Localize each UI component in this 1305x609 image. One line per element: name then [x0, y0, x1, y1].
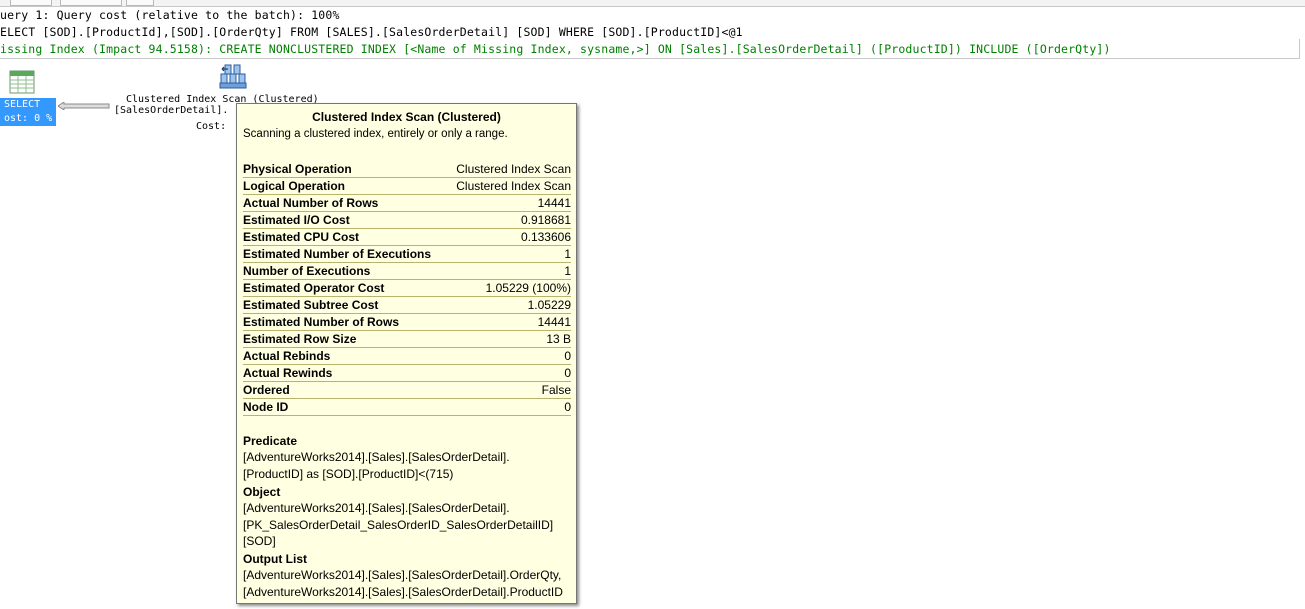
- scan-node-object: [SalesOrderDetail].: [114, 105, 229, 116]
- property-key: Estimated I/O Cost: [243, 213, 350, 227]
- property-row: Estimated CPU Cost 0.133606: [243, 229, 571, 246]
- property-value: 0.133606: [520, 230, 571, 244]
- property-value: Clustered Index Scan: [456, 179, 571, 193]
- property-value: Clustered Index Scan: [456, 162, 571, 176]
- header-border-bottom: [0, 58, 1300, 59]
- property-row: Node ID 0: [243, 399, 571, 416]
- property-key: Estimated Number of Rows: [243, 315, 400, 329]
- property-value: 1: [564, 247, 571, 261]
- property-key: Ordered: [243, 383, 290, 397]
- object-line: [AdventureWorks2014].[Sales].[SalesOrder…: [243, 501, 510, 515]
- output-list-heading: Output List: [243, 552, 307, 566]
- query-sql-line: ELECT [SOD].[ProductId],[SOD].[OrderQty]…: [0, 25, 743, 39]
- property-row: Estimated Number of Rows 14441: [243, 314, 571, 331]
- select-result-icon[interactable]: [9, 70, 35, 94]
- property-key: Estimated CPU Cost: [243, 230, 360, 244]
- property-value: False: [541, 383, 571, 397]
- operator-tooltip: Clustered Index Scan (Clustered) Scannin…: [236, 103, 577, 604]
- property-row: Logical Operation Clustered Index Scan: [243, 178, 571, 195]
- object-heading: Object: [243, 485, 281, 499]
- property-row: Estimated Subtree Cost 1.05229: [243, 297, 571, 314]
- property-row: Actual Rebinds 0: [243, 348, 571, 365]
- predicate-line: [AdventureWorks2014].[Sales].[SalesOrder…: [243, 450, 510, 464]
- property-row: Actual Number of Rows 14441: [243, 195, 571, 212]
- property-value: 0: [564, 366, 571, 380]
- output-list-line: [AdventureWorks2014].[Sales].[SalesOrder…: [243, 584, 563, 599]
- property-row: Estimated Operator Cost 1.05229 (100%): [243, 280, 571, 297]
- property-key: Logical Operation: [243, 179, 346, 193]
- object-line: [PK_SalesOrderDetail_SalesOrderID_SalesO…: [243, 517, 554, 532]
- object-section: Object [AdventureWorks2014].[Sales].[Sal…: [243, 484, 573, 550]
- predicate-heading: Predicate: [243, 434, 298, 448]
- property-value: 14441: [537, 315, 571, 329]
- property-key: Estimated Subtree Cost: [243, 298, 379, 312]
- header-border-right: [1299, 39, 1300, 58]
- property-key: Estimated Operator Cost: [243, 281, 385, 295]
- property-row: Ordered False: [243, 382, 571, 399]
- data-flow-arrow-icon: [57, 95, 110, 111]
- property-value: 1.05229 (100%): [485, 281, 571, 295]
- clustered-index-scan-icon[interactable]: [219, 63, 247, 89]
- property-row: Estimated Row Size 13 B: [243, 331, 571, 348]
- property-row: Actual Rewinds 0: [243, 365, 571, 382]
- predicate-line: [ProductID] as [SOD].[ProductID]<(715): [243, 466, 454, 481]
- property-key: Estimated Number of Executions: [243, 247, 432, 261]
- property-value: 13 B: [546, 332, 571, 346]
- select-node-label[interactable]: SELECT ost: 0 %: [0, 98, 56, 126]
- object-line: [SOD]: [243, 534, 276, 548]
- property-value: 1.05229: [527, 298, 571, 312]
- query-cost-line: uery 1: Query cost (relative to the batc…: [0, 8, 340, 22]
- property-value: 0: [564, 400, 571, 414]
- tab-strip-divider: [0, 6, 1305, 7]
- tooltip-description: Scanning a clustered index, entirely or …: [243, 128, 508, 140]
- output-list-line: [AdventureWorks2014].[Sales].[SalesOrder…: [243, 568, 562, 582]
- property-value: 0.918681: [520, 213, 571, 227]
- property-key: Number of Executions: [243, 264, 371, 278]
- property-key: Estimated Row Size: [243, 332, 357, 346]
- property-row: Estimated I/O Cost 0.918681: [243, 212, 571, 229]
- property-key: Actual Rebinds: [243, 349, 331, 363]
- property-row: Number of Executions 1: [243, 263, 571, 280]
- select-node-cost: ost: 0 %: [4, 113, 53, 124]
- property-row: Physical Operation Clustered Index Scan: [243, 161, 571, 178]
- property-value: 0: [564, 349, 571, 363]
- property-value: 14441: [537, 196, 571, 210]
- select-node-name: SELECT: [4, 99, 41, 110]
- property-key: Physical Operation: [243, 162, 352, 176]
- property-key: Actual Rewinds: [243, 366, 333, 380]
- tooltip-title: Clustered Index Scan (Clustered): [312, 110, 501, 124]
- output-list-section: Output List [AdventureWorks2014].[Sales]…: [243, 551, 573, 600]
- property-key: Node ID: [243, 400, 289, 414]
- missing-index-hint[interactable]: issing Index (Impact 94.5158): CREATE NO…: [0, 42, 1111, 56]
- property-key: Actual Number of Rows: [243, 196, 379, 210]
- scan-node-cost: Cost:: [196, 121, 227, 132]
- predicate-section: Predicate [AdventureWorks2014].[Sales].[…: [243, 433, 573, 482]
- property-value: 1: [564, 264, 571, 278]
- property-row: Estimated Number of Executions 1: [243, 246, 571, 263]
- tooltip-properties: Physical Operation Clustered Index Scan L…: [243, 161, 571, 416]
